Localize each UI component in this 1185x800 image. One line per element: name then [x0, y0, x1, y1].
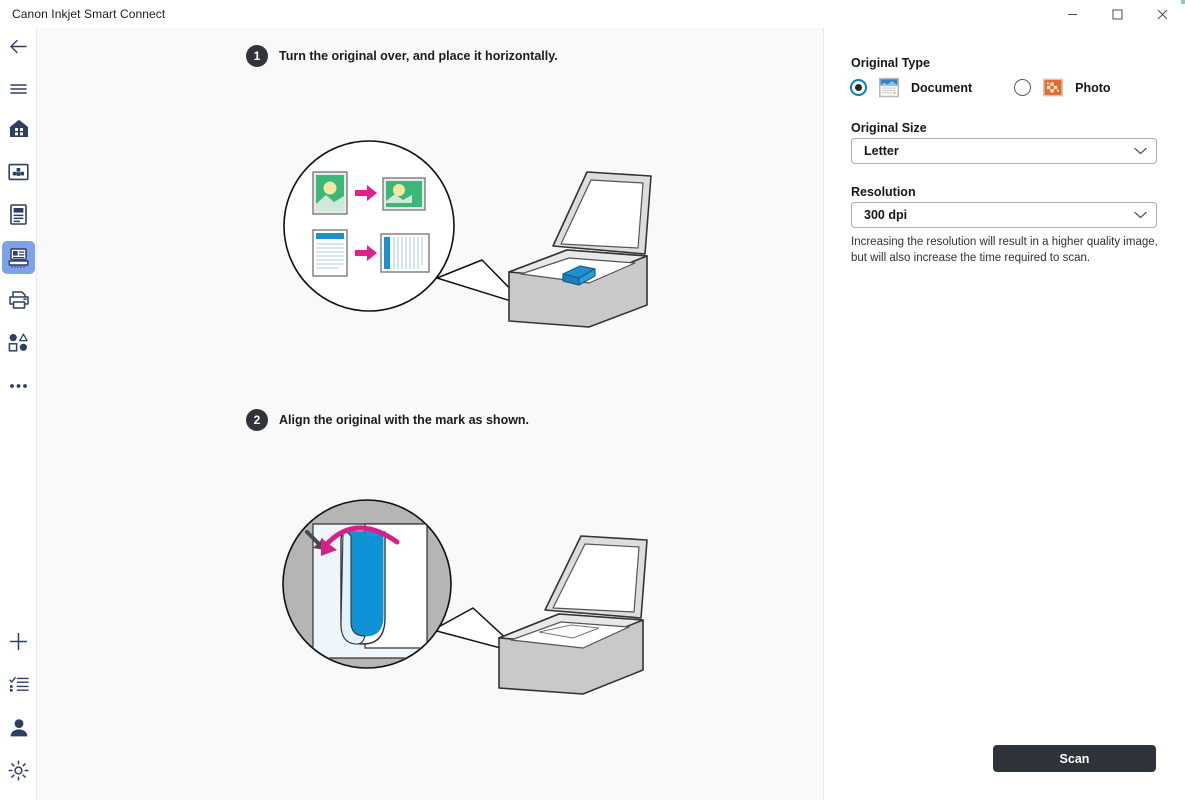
title-bar: Canon Inkjet Smart Connect	[0, 0, 1185, 28]
sidebar-item-add[interactable]	[0, 623, 37, 660]
app-window: Canon Inkjet Smart Connect 1 Turn the or…	[0, 0, 1185, 800]
scanner-icon	[7, 247, 30, 269]
step-1: 1 Turn the original over, and place it h…	[246, 45, 558, 67]
radio-label-photo: Photo	[1075, 80, 1111, 95]
step-2-badge: 2	[246, 409, 268, 431]
radio-document[interactable]	[850, 79, 867, 96]
sidebar-item-back[interactable]	[0, 28, 37, 65]
step-1-text: Turn the original over, and place it hor…	[279, 49, 558, 63]
document-thumbnail-icon	[878, 77, 900, 98]
printer-icon	[8, 290, 30, 310]
chevron-down-icon	[1134, 147, 1147, 155]
sidebar-item-account[interactable]	[0, 709, 37, 746]
window-title: Canon Inkjet Smart Connect	[12, 7, 166, 21]
step-2-text: Align the original with the mark as show…	[279, 413, 530, 427]
shapes-icon	[8, 333, 29, 352]
step-2: 2 Align the original with the mark as sh…	[246, 409, 529, 431]
checklist-icon	[8, 676, 29, 693]
sidebar-item-print[interactable]	[0, 281, 37, 318]
gear-icon	[8, 760, 29, 781]
window-controls	[1050, 0, 1185, 28]
sidebar-item-menu[interactable]	[0, 70, 37, 107]
sidebar-item-settings[interactable]	[0, 752, 37, 789]
radio-photo[interactable]	[1014, 79, 1032, 96]
resolution-label: Resolution	[851, 185, 916, 199]
sidebar-item-document[interactable]	[0, 196, 37, 233]
illustration-align-with-mark	[277, 498, 657, 713]
step-1-badge: 1	[246, 45, 268, 67]
document-icon	[10, 204, 27, 225]
scan-button[interactable]: Scan	[993, 745, 1156, 772]
original-type-label: Original Type	[851, 56, 930, 70]
maximize-icon[interactable]	[1095, 0, 1140, 28]
resolution-helper-text: Increasing the resolution will result in…	[851, 236, 1158, 264]
instruction-panel: 1 Turn the original over, and place it h…	[37, 28, 824, 800]
sidebar-item-shapes[interactable]	[0, 324, 37, 361]
sidebar-item-more[interactable]	[0, 367, 37, 404]
resolution-select[interactable]: 300 dpi	[851, 202, 1157, 228]
sidebar-item-home[interactable]	[0, 110, 37, 147]
back-arrow-icon	[9, 38, 28, 55]
radio-option-photo[interactable]: Photo	[1014, 77, 1111, 98]
original-type-options: Document Photo	[850, 77, 1111, 98]
photo-thumbnail-icon	[1042, 77, 1064, 98]
photo-layout-icon	[8, 163, 29, 181]
sidebar-item-photo-layout[interactable]	[0, 153, 37, 190]
resolution-value: 300 dpi	[864, 208, 908, 222]
sidebar-item-scan[interactable]	[0, 239, 37, 276]
original-size-select[interactable]: Letter	[851, 138, 1157, 164]
radio-option-document[interactable]: Document	[850, 77, 972, 98]
original-size-label: Original Size	[851, 121, 927, 135]
minimize-icon[interactable]	[1050, 0, 1095, 28]
sidebar-item-checklist[interactable]	[0, 666, 37, 703]
home-icon	[9, 119, 29, 138]
radio-label-document: Document	[911, 80, 973, 95]
hamburger-menu-icon	[10, 83, 27, 95]
more-ellipsis-icon	[9, 383, 28, 389]
original-size-value: Letter	[864, 144, 899, 158]
close-icon[interactable]	[1140, 0, 1185, 28]
scan-settings-panel: Original Type Document Photo Original Si…	[824, 28, 1185, 800]
account-icon	[9, 718, 29, 737]
sidebar	[0, 28, 37, 800]
plus-icon	[9, 632, 28, 651]
titlebar-accent	[1181, 0, 1185, 4]
chevron-down-icon	[1134, 211, 1147, 219]
illustration-place-original-horizontally	[277, 138, 657, 343]
